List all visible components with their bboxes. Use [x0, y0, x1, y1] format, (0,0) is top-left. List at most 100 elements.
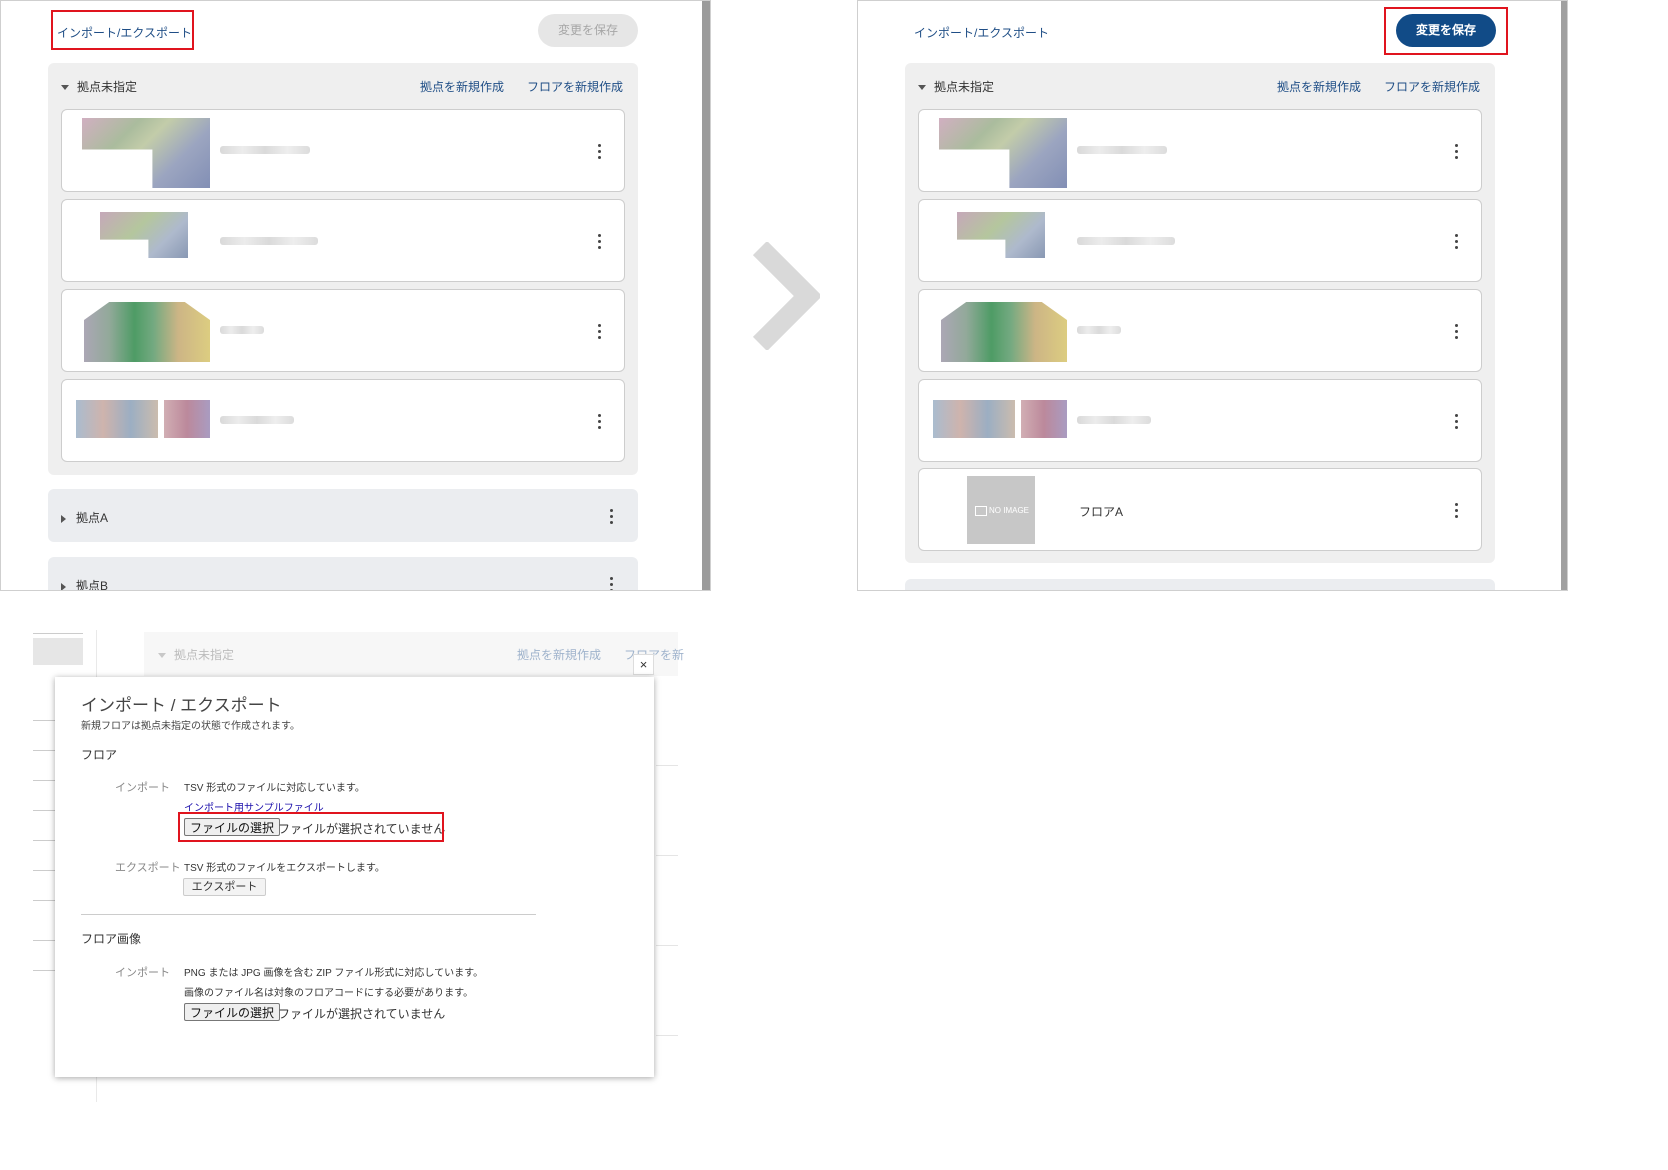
image-import-desc-2: 画像のファイル名は対象のフロアコードにする必要があります。: [184, 988, 474, 999]
new-site-link[interactable]: 拠点を新規作成: [420, 78, 504, 95]
triangle-down-icon: [918, 85, 926, 91]
floor-name-blurred: [220, 416, 294, 424]
group-header[interactable]: 拠点未指定: [61, 78, 137, 95]
floor-thumbnail: [933, 400, 1015, 438]
modal-title: インポート / エクスポート: [81, 696, 282, 715]
kebab-menu-icon[interactable]: [598, 414, 602, 432]
floor-card[interactable]: [918, 109, 1482, 192]
save-button[interactable]: 変更を保存: [538, 14, 638, 47]
chevron-right-icon: [752, 242, 820, 350]
floor-import-label: インポート: [115, 782, 170, 794]
new-site-link[interactable]: 拠点を新規作成: [1277, 78, 1361, 95]
floor-thumbnail: [100, 212, 188, 258]
group-title: 拠点A: [76, 511, 109, 525]
floor-thumbnail: [1021, 400, 1067, 438]
group-collapsed-partial[interactable]: [905, 579, 1495, 590]
kebab-menu-icon[interactable]: [610, 577, 614, 590]
image-import-label: インポート: [115, 967, 170, 979]
floor-export-label: エクスポート: [115, 862, 181, 874]
floor-card[interactable]: [918, 379, 1482, 462]
scrollbar[interactable]: [1561, 1, 1567, 590]
new-floor-link[interactable]: フロアを新規作成: [527, 78, 623, 95]
background-line: [656, 765, 678, 766]
triangle-down-icon: [158, 653, 166, 659]
import-export-link[interactable]: インポート/エクスポート: [914, 24, 1049, 41]
export-button[interactable]: エクスポート: [183, 878, 266, 896]
floor-thumbnail: [82, 118, 210, 188]
floor-thumbnail: [939, 118, 1067, 188]
background-line: [656, 1035, 678, 1036]
group-title: 拠点未指定: [934, 80, 995, 94]
section-divider: [81, 914, 536, 915]
floor-card[interactable]: [61, 109, 625, 192]
floor-export-desc: TSV 形式のファイルをエクスポートします。: [184, 863, 385, 874]
group-site-b[interactable]: 拠点B: [48, 557, 638, 591]
no-image-label: NO IMAGE: [989, 506, 1030, 515]
floor-card[interactable]: [61, 379, 625, 462]
group-title: 拠点未指定: [77, 80, 138, 94]
floor-name-blurred: [1077, 237, 1175, 245]
floor-name-blurred: [1077, 146, 1167, 154]
background-new-site-link: 拠点を新規作成: [517, 648, 602, 662]
import-export-modal: インポート / エクスポート 新規フロアは拠点未指定の状態で作成されます。 フロ…: [55, 677, 654, 1077]
floor-name-blurred: [1077, 416, 1151, 424]
group-header: 拠点B: [61, 577, 109, 591]
floor-thumbnail: [84, 302, 210, 362]
floor-name: フロアA: [1079, 505, 1124, 519]
highlight-box: [178, 812, 444, 842]
image-file-choose-button[interactable]: ファイルの選択: [184, 1003, 281, 1021]
modal-subtitle: 新規フロアは拠点未指定の状態で作成されます。: [81, 721, 300, 732]
kebab-menu-icon[interactable]: [1455, 144, 1459, 162]
new-floor-link[interactable]: フロアを新規作成: [1384, 78, 1480, 95]
background-group-header: 拠点未指定: [158, 646, 234, 663]
close-button[interactable]: ×: [633, 654, 654, 675]
triangle-down-icon: [61, 85, 69, 91]
group-unassigned: 拠点未指定 拠点を新規作成 フロアを新規作成: [905, 63, 1495, 563]
floor-image-section-title: フロア画像: [81, 932, 142, 946]
sidebar-divider: [33, 633, 83, 634]
kebab-menu-icon[interactable]: [1455, 414, 1459, 432]
group-header[interactable]: 拠点未指定: [918, 78, 994, 95]
image-placeholder-icon: [975, 506, 987, 516]
background-line: [656, 945, 678, 946]
floor-card[interactable]: [61, 289, 625, 372]
triangle-right-icon: [61, 514, 66, 523]
floor-card[interactable]: [918, 289, 1482, 372]
scrollbar[interactable]: [702, 1, 710, 590]
group-header: 拠点A: [61, 509, 108, 526]
floor-card[interactable]: [61, 199, 625, 282]
left-panel-before: インポート/エクスポート 変更を保存 拠点未指定 拠点を新規作成 フロアを新規作…: [0, 0, 711, 591]
floor-thumbnail: [164, 400, 210, 438]
floor-card-new[interactable]: NO IMAGE フロアA: [918, 468, 1482, 551]
background-line: [656, 855, 678, 856]
kebab-menu-icon[interactable]: [598, 324, 602, 342]
group-unassigned: 拠点未指定 拠点を新規作成 フロアを新規作成: [48, 63, 638, 475]
kebab-menu-icon[interactable]: [1455, 324, 1459, 342]
group-title: 拠点B: [76, 579, 109, 591]
floor-name-blurred: [1077, 326, 1121, 334]
floor-name-blurred: [220, 326, 264, 334]
highlight-box: [1384, 7, 1508, 55]
image-file-status: ファイルが選択されていません: [278, 1007, 446, 1021]
kebab-menu-icon[interactable]: [610, 509, 614, 527]
kebab-menu-icon[interactable]: [598, 234, 602, 252]
image-import-desc-1: PNG または JPG 画像を含む ZIP ファイル形式に対応しています。: [184, 968, 484, 979]
sidebar-item: [33, 638, 83, 665]
floor-thumbnail: [957, 212, 1045, 258]
floor-thumbnail: [76, 400, 158, 438]
close-icon: ×: [639, 657, 648, 672]
floor-import-desc: TSV 形式のファイルに対応しています。: [184, 783, 365, 794]
triangle-right-icon: [61, 582, 66, 590]
group-site-a[interactable]: 拠点A: [48, 489, 638, 542]
kebab-menu-icon[interactable]: [1455, 234, 1459, 252]
kebab-menu-icon[interactable]: [1455, 503, 1459, 521]
right-panel-after: インポート/エクスポート 変更を保存 拠点未指定 拠点を新規作成 フロアを新規作…: [857, 0, 1568, 591]
highlight-box: [51, 10, 194, 50]
floor-name-blurred: [220, 237, 318, 245]
kebab-menu-icon[interactable]: [598, 144, 602, 162]
floor-name-blurred: [220, 146, 310, 154]
floor-thumbnail: [941, 302, 1067, 362]
no-image-placeholder: NO IMAGE: [967, 476, 1035, 544]
floor-section-title: フロア: [81, 748, 118, 762]
floor-card[interactable]: [918, 199, 1482, 282]
